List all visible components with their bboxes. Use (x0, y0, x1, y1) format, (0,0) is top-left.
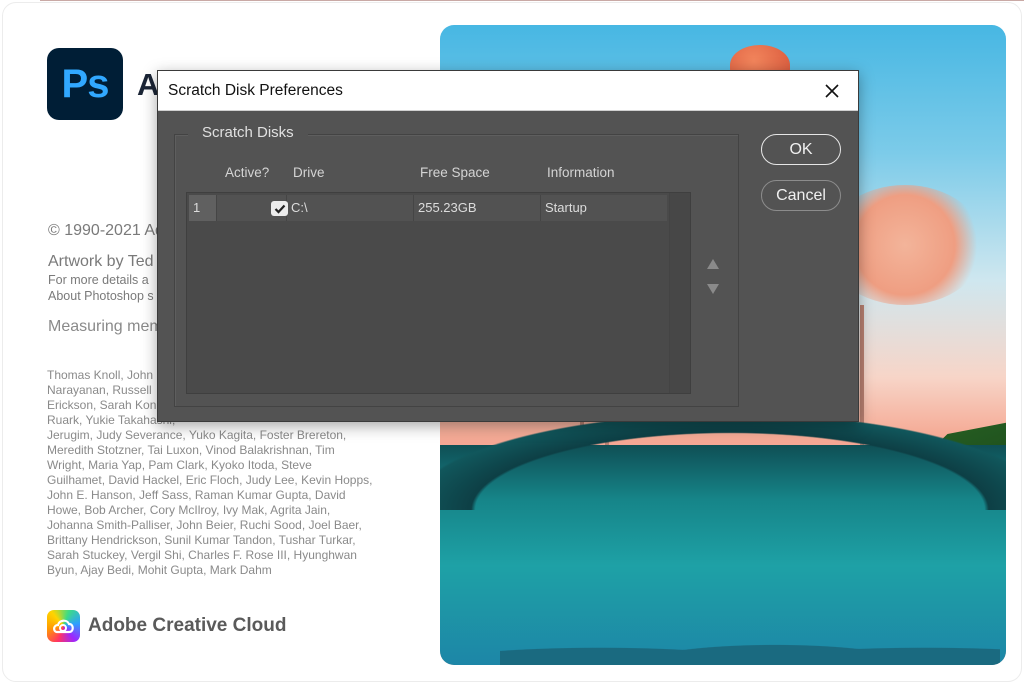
column-header-active: Active? (225, 165, 270, 180)
credits-line: Meredith Stotzner, Tai Luxon, Vinod Bala… (47, 443, 335, 457)
move-up-icon[interactable] (707, 259, 719, 269)
credits-line: Jerugim, Judy Severance, Yuko Kagita, Fo… (47, 428, 347, 442)
drive-cell: C:\ (287, 195, 414, 221)
photoshop-logo-text: Ps (61, 61, 110, 106)
artwork-wave (440, 420, 1006, 510)
close-icon (825, 84, 839, 98)
credits-line: Johanna Smith-Palliser, John Beier, Ruch… (47, 518, 362, 532)
cancel-button[interactable]: Cancel (761, 180, 841, 211)
active-checkbox[interactable] (271, 201, 288, 216)
scratch-disk-table: 1 C:\ 255.23GB Startup (186, 192, 691, 394)
artwork-reef (500, 625, 1000, 665)
loading-status: Measuring mem (48, 318, 163, 335)
details-line-1: For more details a (48, 273, 149, 287)
information-cell: Startup (545, 200, 587, 215)
credits-line: John E. Hanson, Jeff Sass, Raman Kumar G… (47, 488, 346, 502)
free-space-cell: 255.23GB (414, 195, 541, 221)
column-header-drive: Drive (293, 165, 325, 180)
table-row[interactable]: 1 C:\ 255.23GB Startup (189, 195, 667, 221)
credits-line: Howe, Bob Archer, Cory McIlroy, Ivy Mak,… (47, 503, 331, 517)
table-scrollbar[interactable] (669, 193, 690, 393)
active-cell (217, 195, 288, 221)
group-label: Scratch Disks (188, 124, 308, 141)
ok-button[interactable]: OK (761, 134, 841, 165)
dialog-titlebar[interactable]: Scratch Disk Preferences (158, 71, 858, 111)
credits-line: Byun, Ajay Bedi, Mohit Gupta, Mark Dahm (47, 563, 272, 577)
close-button[interactable] (818, 78, 846, 104)
creative-cloud-label: Adobe Creative Cloud (88, 615, 287, 636)
scratch-disk-dialog: Scratch Disk Preferences Scratch Disks A… (157, 70, 859, 422)
move-down-icon[interactable] (707, 284, 719, 294)
credits-line: Sarah Stuckey, Vergil Shi, Charles F. Ro… (47, 548, 357, 562)
top-edge-line (40, 0, 1024, 1)
photoshop-logo: Ps (47, 48, 123, 120)
column-header-free-space: Free Space (420, 165, 490, 180)
column-header-information: Information (547, 165, 615, 180)
credits-line: Guilhamet, David Hackel, Eric Floch, Jud… (47, 473, 373, 487)
creative-cloud-logo-icon (47, 610, 80, 642)
credits-line: Brittany Hendrickson, Sunil Kumar Tandon… (47, 533, 356, 547)
checkmark-icon (274, 204, 285, 214)
credits-line: Wright, Maria Yap, Pam Clark, Kyoko Itod… (47, 458, 312, 472)
row-index: 1 (189, 195, 217, 221)
artwork-credit: Artwork by Ted (48, 253, 154, 270)
details-line-2: About Photoshop s (48, 289, 154, 303)
dialog-title: Scratch Disk Preferences (168, 82, 343, 99)
